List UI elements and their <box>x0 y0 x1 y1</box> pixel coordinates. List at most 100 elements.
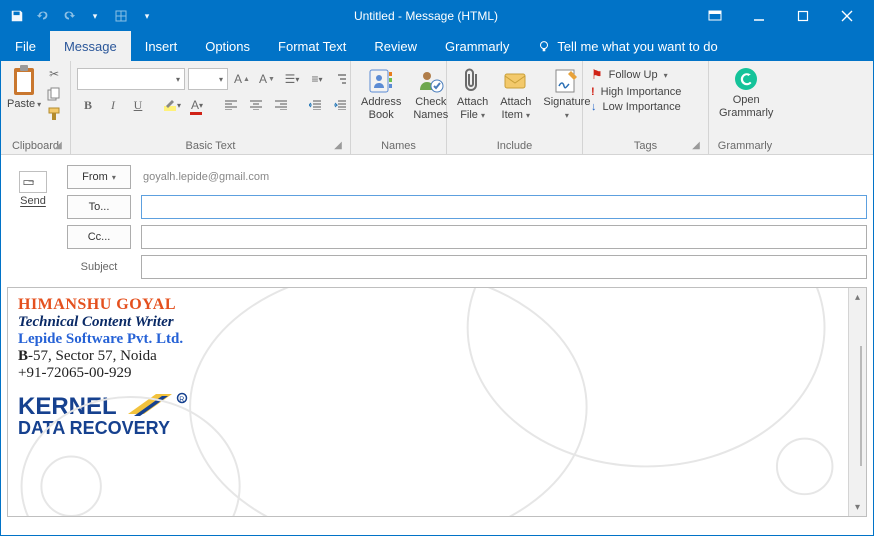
scroll-down-icon[interactable]: ▾ <box>849 498 866 516</box>
follow-up-button[interactable]: ⚑Follow Up ▾ <box>591 67 668 83</box>
compose-header: ▭→ Send From▾ goyalh.lepide@gmail.com To… <box>1 155 873 279</box>
touch-mode-icon[interactable] <box>109 4 133 28</box>
send-label: Send <box>20 195 46 207</box>
ribbon-tabs: File Message Insert Options Format Text … <box>1 31 873 61</box>
group-label-clipboard: Clipboard◢ <box>7 140 64 154</box>
chevron-down-icon: ▾ <box>112 173 116 182</box>
scrollbar-thumb[interactable] <box>860 346 862 466</box>
send-button[interactable]: ▭→ Send <box>7 165 59 279</box>
tab-options[interactable]: Options <box>191 31 264 61</box>
title-bar: ▾ ▾ Untitled - Message (HTML) <box>1 1 873 31</box>
open-grammarly-button[interactable]: Open Grammarly <box>715 64 777 121</box>
clipboard-icon <box>10 64 38 98</box>
tab-grammarly[interactable]: Grammarly <box>431 31 523 61</box>
paste-button[interactable]: Paste▾ <box>7 64 41 110</box>
svg-text:R: R <box>179 397 184 404</box>
save-icon[interactable] <box>5 4 29 28</box>
signature-name: HIMANSHU GOYAL <box>18 296 838 314</box>
minimize-icon[interactable] <box>737 1 781 31</box>
paperclip-icon <box>462 68 484 94</box>
subject-field[interactable] <box>141 255 867 279</box>
cc-field[interactable] <box>141 225 867 249</box>
shrink-font-icon[interactable]: A▼ <box>256 68 278 90</box>
tab-format-text[interactable]: Format Text <box>264 31 360 61</box>
tab-file[interactable]: File <box>1 31 50 61</box>
signature-phone: +91-72065-00-929 <box>18 365 838 382</box>
svg-text:DATA RECOVERY: DATA RECOVERY <box>18 418 170 438</box>
dialog-launcher-icon[interactable]: ◢ <box>690 140 702 152</box>
group-label-names: Names <box>357 140 440 154</box>
signature-address: B-57, Sector 57, Noida <box>18 348 838 365</box>
address-book-icon <box>367 68 395 94</box>
qat-customize-icon[interactable]: ▾ <box>135 4 159 28</box>
cc-button[interactable]: Cc... <box>67 225 131 249</box>
format-painter-icon[interactable] <box>45 106 63 122</box>
multilevel-icon[interactable] <box>331 68 353 90</box>
font-size-select[interactable]: ▾ <box>188 68 228 90</box>
grow-font-icon[interactable]: A▲ <box>231 68 253 90</box>
address-book-button[interactable]: Address Book <box>357 66 405 123</box>
message-body-area: HIMANSHU GOYAL Technical Content Writer … <box>7 287 867 517</box>
scroll-up-icon[interactable]: ▴ <box>849 288 866 306</box>
tell-me[interactable]: Tell me what you want to do <box>523 31 731 61</box>
chevron-down-icon: ▾ <box>37 100 41 109</box>
ribbon: Paste▾ ✂ Clipboard◢ ▾ ▾ A▲ A▼ ☰▾ ≡▾ B <box>1 61 873 155</box>
font-family-select[interactable]: ▾ <box>77 68 185 90</box>
cut-icon[interactable]: ✂ <box>45 66 63 82</box>
low-importance-button[interactable]: ↓Low Importance <box>591 101 681 113</box>
group-label-include: Include <box>453 140 576 154</box>
arrow-down-icon: ↓ <box>591 101 597 113</box>
tell-me-label: Tell me what you want to do <box>557 39 717 54</box>
scrollbar[interactable]: ▴ ▾ <box>848 288 866 516</box>
align-center-icon[interactable] <box>245 94 267 116</box>
subject-label: Subject <box>67 261 131 273</box>
high-importance-button[interactable]: !High Importance <box>591 86 681 98</box>
close-icon[interactable] <box>825 1 869 31</box>
group-label-grammarly: Grammarly <box>715 140 775 154</box>
bullets-icon[interactable]: ☰▾ <box>281 68 303 90</box>
decrease-indent-icon[interactable] <box>304 94 326 116</box>
undo-icon[interactable] <box>31 4 55 28</box>
bulb-icon <box>537 39 551 53</box>
align-right-icon[interactable] <box>270 94 292 116</box>
to-button[interactable]: To... <box>67 195 131 219</box>
dialog-launcher-icon[interactable]: ◢ <box>332 140 344 152</box>
font-color-icon[interactable]: A▾ <box>186 94 208 116</box>
tab-review[interactable]: Review <box>360 31 431 61</box>
signature-company: Lepide Software Pvt. Ltd. <box>18 331 838 348</box>
check-names-icon <box>417 68 445 94</box>
maximize-icon[interactable] <box>781 1 825 31</box>
italic-button[interactable]: I <box>102 94 124 116</box>
increase-indent-icon[interactable] <box>329 94 351 116</box>
tab-message[interactable]: Message <box>50 31 131 61</box>
attach-file-button[interactable]: Attach File ▾ <box>453 66 492 123</box>
signature-logo: KERNEL R DATA RECOVERY <box>18 392 838 438</box>
send-icon: ▭→ <box>19 171 47 193</box>
exclaim-icon: ! <box>591 86 595 98</box>
grammarly-icon <box>733 66 759 92</box>
flag-icon: ⚑ <box>591 67 603 83</box>
signature-icon <box>554 68 580 94</box>
from-button[interactable]: From▾ <box>67 165 131 189</box>
to-field[interactable] <box>141 195 867 219</box>
signature-title: Technical Content Writer <box>18 314 838 331</box>
bold-button[interactable]: B <box>77 94 99 116</box>
underline-button[interactable]: U <box>127 94 149 116</box>
group-label-basictext: Basic Text◢ <box>77 140 344 154</box>
copy-icon[interactable] <box>45 86 63 102</box>
redo-icon[interactable] <box>57 4 81 28</box>
align-left-icon[interactable] <box>220 94 242 116</box>
message-body[interactable]: HIMANSHU GOYAL Technical Content Writer … <box>8 288 848 516</box>
numbering-icon[interactable]: ≡▾ <box>306 68 328 90</box>
svg-text:KERNEL: KERNEL <box>18 393 117 420</box>
qat-more-icon[interactable]: ▾ <box>83 4 107 28</box>
attach-item-button[interactable]: Attach Item ▾ <box>496 66 535 123</box>
from-value: goyalh.lepide@gmail.com <box>141 171 867 183</box>
ribbon-options-icon[interactable] <box>693 1 737 31</box>
attach-item-icon <box>503 68 529 94</box>
tab-insert[interactable]: Insert <box>131 31 192 61</box>
dialog-launcher-icon[interactable]: ◢ <box>52 140 64 152</box>
highlight-icon[interactable]: ▾ <box>161 94 183 116</box>
check-names-button[interactable]: Check Names <box>409 66 452 123</box>
window-title: Untitled - Message (HTML) <box>159 9 693 23</box>
